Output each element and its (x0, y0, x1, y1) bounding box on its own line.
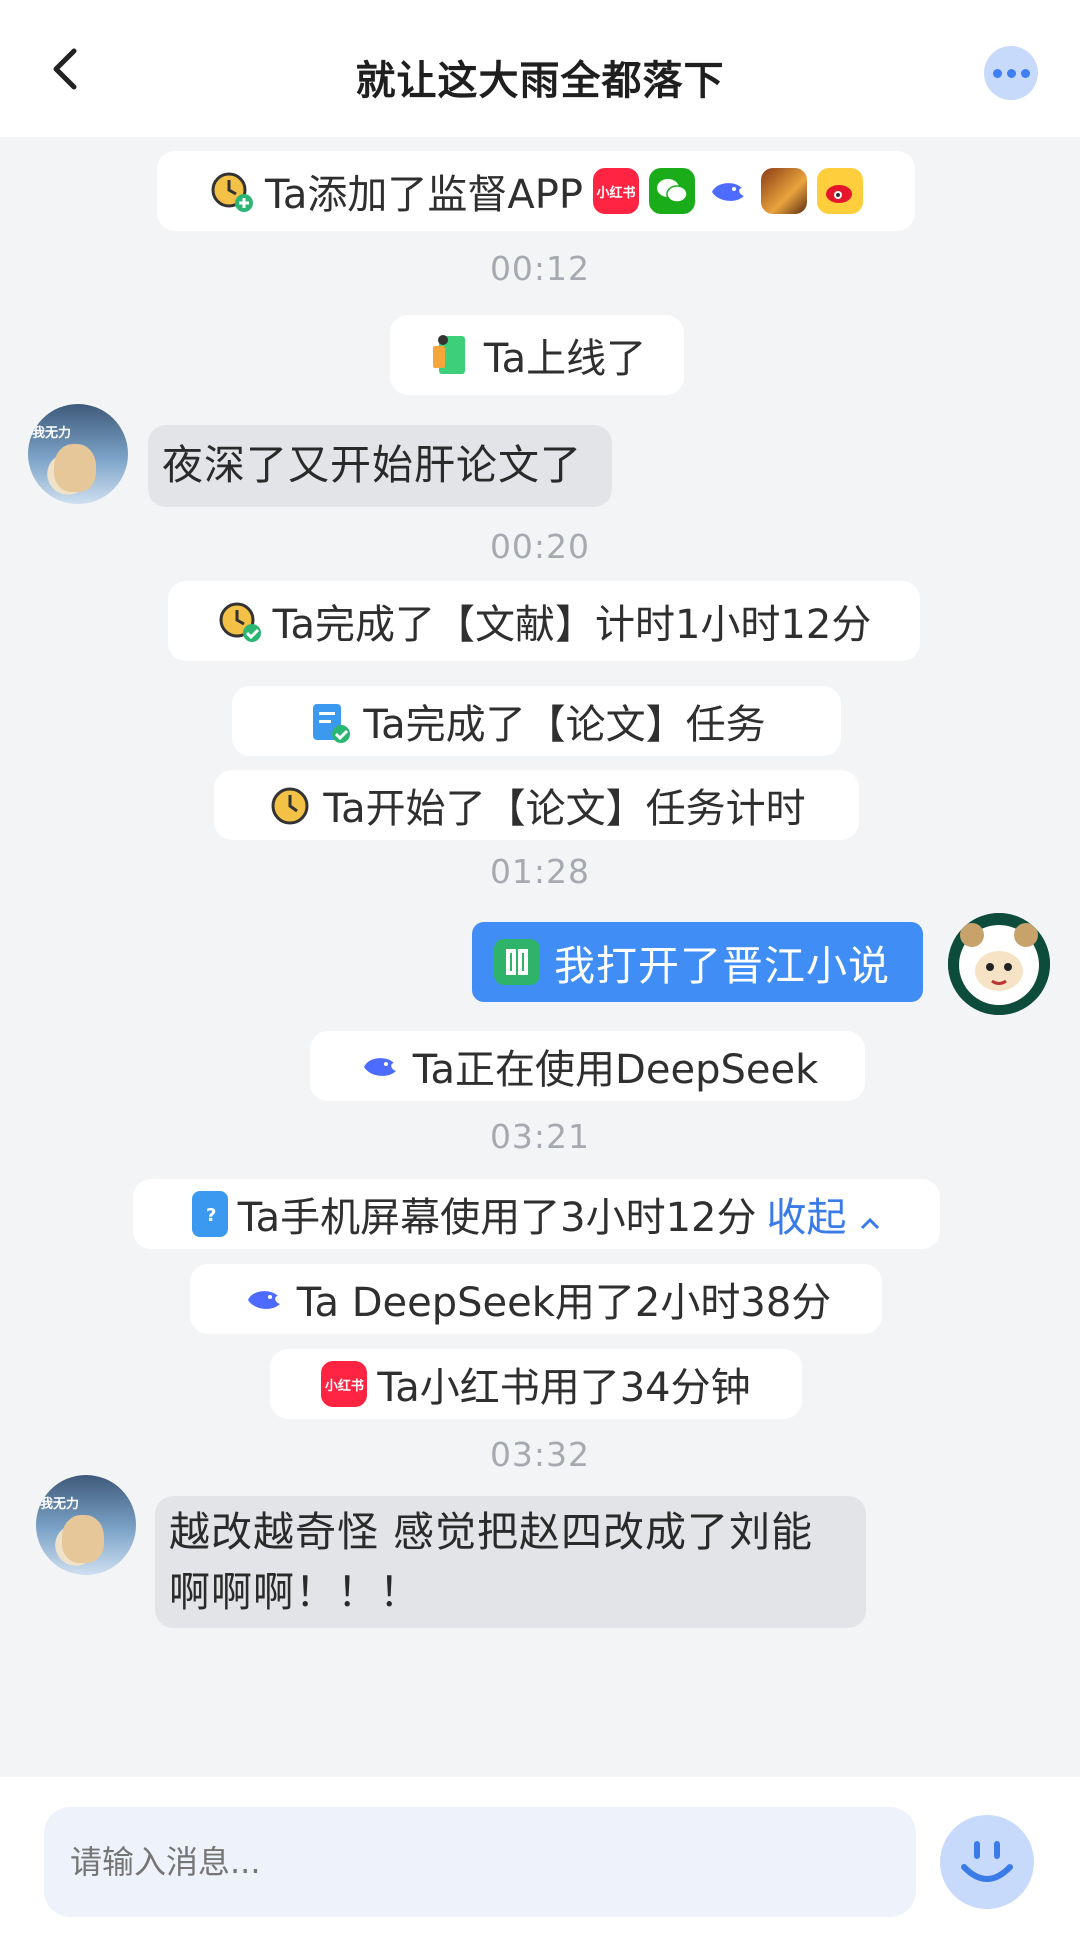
dot-icon (1020, 68, 1030, 78)
message-text-line1: 越改越奇怪 感觉把赵四改成了刘能 (169, 1508, 814, 1556)
deepseek-time-text: Ta DeepSeek用了2小时38分 (296, 1280, 832, 1326)
message-input[interactable] (44, 1807, 916, 1917)
door-icon (428, 332, 474, 378)
start-task-text: Ta开始了【论文】任务计时 (323, 786, 806, 832)
system-message-xiaohongshu-time: 小红书 Ta小红书用了34分钟 (270, 1349, 802, 1419)
system-message-done-task: Ta完成了【论文】任务 (232, 686, 841, 756)
timer-icon (267, 782, 313, 828)
timestamp: 03:32 (489, 1435, 591, 1474)
add-timer-icon (209, 168, 255, 214)
page-title: 就让这大雨全都落下 (355, 58, 725, 104)
phone-icon: ? (191, 1191, 228, 1237)
done-literature-text: Ta完成了【文献】计时1小时12分 (272, 602, 872, 648)
system-message-deepseek-time: Ta DeepSeek用了2小时38分 (190, 1264, 882, 1334)
honor-of-kings-icon (760, 168, 807, 214)
svg-text:?: ? (206, 1205, 216, 1226)
system-message-supervise: Ta添加了监督APP 小红书 (157, 151, 915, 231)
system-message-online: Ta上线了 (390, 315, 684, 395)
message-bubble[interactable]: 夜深了又开始肝论文了 (148, 425, 612, 507)
chevron-up-icon (861, 1217, 880, 1230)
xiaohongshu-time-text: Ta小红书用了34分钟 (377, 1365, 751, 1411)
deepseek-icon (705, 168, 751, 214)
xiaohongshu-icon: 小红书 (321, 1361, 368, 1407)
emoji-button[interactable] (940, 1815, 1034, 1909)
collapse-label: 收起 (766, 1195, 847, 1241)
jinjiang-novel-icon (494, 939, 540, 985)
deepseek-icon (357, 1043, 403, 1089)
screen-time-text: Ta手机屏幕使用了3小时12分 (237, 1195, 757, 1241)
timestamp: 00:20 (489, 527, 591, 566)
message-text-line2: 啊啊啊！！！ (169, 1568, 421, 1616)
more-options-button[interactable] (984, 46, 1038, 100)
collapse-button[interactable]: 收起 (766, 1185, 881, 1243)
supervise-text: Ta添加了监督APP (265, 172, 583, 218)
timestamp: 01:28 (489, 852, 591, 891)
using-deepseek-text: Ta正在使用DeepSeek (412, 1047, 819, 1093)
done-task-text: Ta完成了【论文】任务 (363, 702, 766, 748)
wechat-icon (648, 168, 695, 214)
my-message-bubble[interactable]: 我打开了晋江小说 (472, 922, 923, 1002)
top-bar: 就让这大雨全都落下 (0, 0, 1080, 137)
message-bubble[interactable]: 越改越奇怪 感觉把赵四改成了刘能 啊啊啊！！！ (155, 1496, 866, 1628)
message-text: 夜深了又开始肝论文了 (162, 441, 582, 489)
timer-check-icon (217, 598, 263, 644)
smiley-icon (961, 1841, 1013, 1882)
dot-icon (992, 68, 1002, 78)
system-message-screen-time: ? Ta手机屏幕使用了3小时12分 收起 (133, 1179, 940, 1249)
system-message-using-deepseek: Ta正在使用DeepSeek (310, 1031, 865, 1101)
system-message-start-task: Ta开始了【论文】任务计时 (214, 770, 859, 840)
timestamp: 03:21 (489, 1117, 591, 1156)
input-bar (0, 1777, 1080, 1939)
avatar[interactable]: 我无力 (28, 404, 128, 504)
deepseek-icon (241, 1276, 287, 1322)
xiaohongshu-icon: 小红书 (592, 168, 639, 214)
online-text: Ta上线了 (483, 336, 647, 382)
timestamp: 00:12 (489, 249, 591, 288)
system-message-done-literature: Ta完成了【文献】计时1小时12分 (168, 581, 920, 661)
my-message-text: 我打开了晋江小说 (554, 942, 890, 990)
weibo-icon (816, 168, 863, 214)
chat-feed[interactable]: Ta添加了监督APP 小红书 00:12 Ta上线了 我无力 夜深了又开始肝论文… (0, 137, 1080, 1777)
avatar[interactable]: 我无力 (36, 1475, 136, 1575)
clipboard-check-icon (307, 698, 353, 744)
dot-icon (1006, 68, 1016, 78)
my-avatar[interactable] (948, 913, 1050, 1015)
